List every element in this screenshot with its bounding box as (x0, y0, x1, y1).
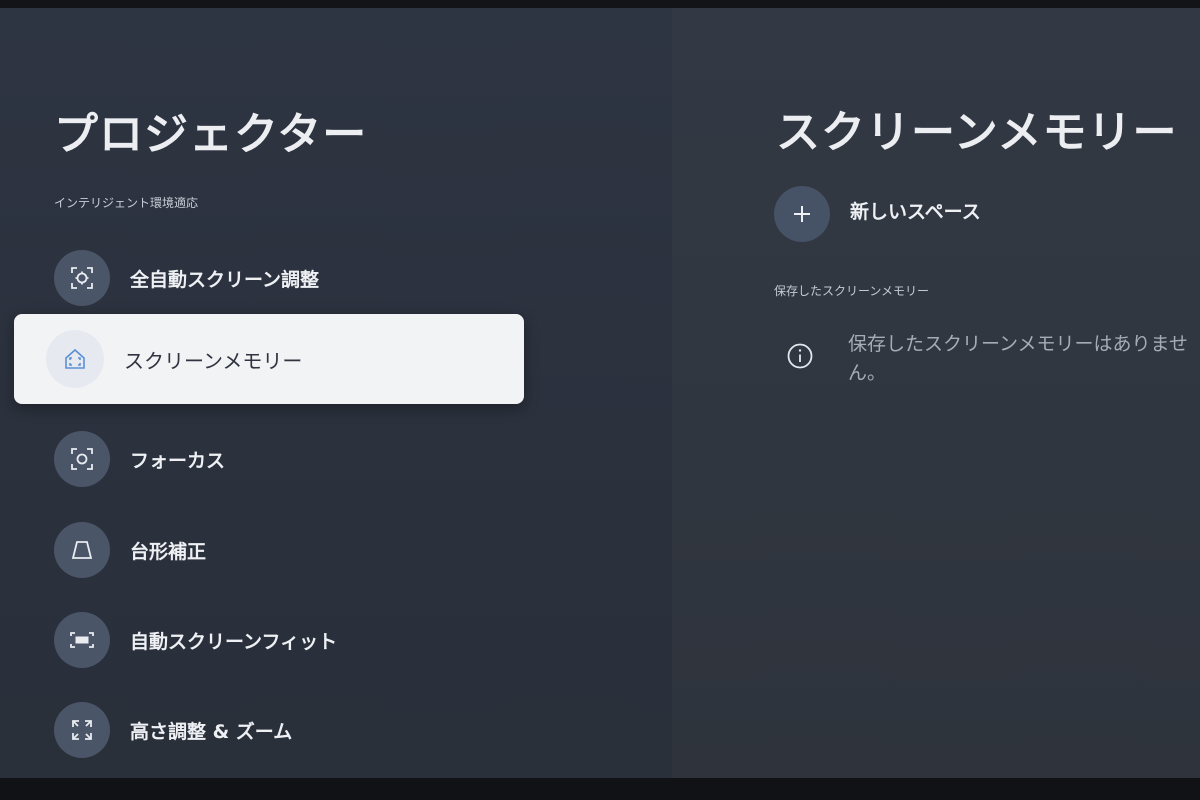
menu-item-auto-screen-adjust[interactable]: 全自動スクリーン調整 (54, 249, 524, 307)
plus-icon (774, 186, 830, 242)
projector-menu-panel: プロジェクター インテリジェント環境適応 全自動スクリーン調整 スクリーンメモリ… (0, 8, 672, 778)
page-title: プロジェクター (54, 109, 368, 160)
auto-screen-adjust-icon (54, 250, 110, 306)
menu-item-label: フォーカス (130, 449, 226, 472)
tv-screen: プロジェクター インテリジェント環境適応 全自動スクリーン調整 スクリーンメモリ… (0, 8, 1200, 778)
menu-item-label: 台形補正 (130, 540, 207, 563)
saved-memory-section-label: 保存したスクリーンメモリー (774, 284, 930, 298)
menu-item-label: 高さ調整 & ズーム (130, 720, 293, 743)
empty-state-message: 保存したスクリーンメモリーはありません。 (786, 330, 1198, 388)
new-space-button[interactable]: 新しいスペース (774, 186, 981, 242)
menu-item-label: 自動スクリーンフィット (130, 630, 338, 653)
menu-item-height-zoom[interactable]: 高さ調整 & ズーム (54, 701, 524, 759)
screen-memory-home-icon (46, 330, 104, 388)
empty-state-text: 保存したスクリーンメモリーはありません。 (848, 333, 1188, 384)
focus-icon (54, 431, 110, 487)
zoom-expand-icon (54, 702, 110, 758)
menu-item-screen-memory[interactable]: スクリーンメモリー (14, 314, 524, 404)
screen-bottom-edge (0, 778, 1200, 800)
section-label-intelligent: インテリジェント環境適応 (54, 196, 199, 210)
panel-title: スクリーンメモリー (776, 107, 1178, 158)
screen-memory-panel: スクリーンメモリー 新しいスペース 保存したスクリーンメモリー 保存したスクリー… (672, 8, 1200, 778)
new-space-label: 新しいスペース (850, 200, 981, 223)
menu-item-label: 全自動スクリーン調整 (130, 268, 320, 291)
keystone-icon (54, 522, 110, 578)
info-icon (787, 343, 813, 369)
menu-item-screen-fit[interactable]: 自動スクリーンフィット (54, 611, 524, 669)
screen-fit-icon (54, 612, 110, 668)
menu-item-label: スクリーンメモリー (124, 348, 303, 373)
menu-item-keystone[interactable]: 台形補正 (54, 521, 524, 579)
menu-item-focus[interactable]: フォーカス (54, 430, 524, 488)
